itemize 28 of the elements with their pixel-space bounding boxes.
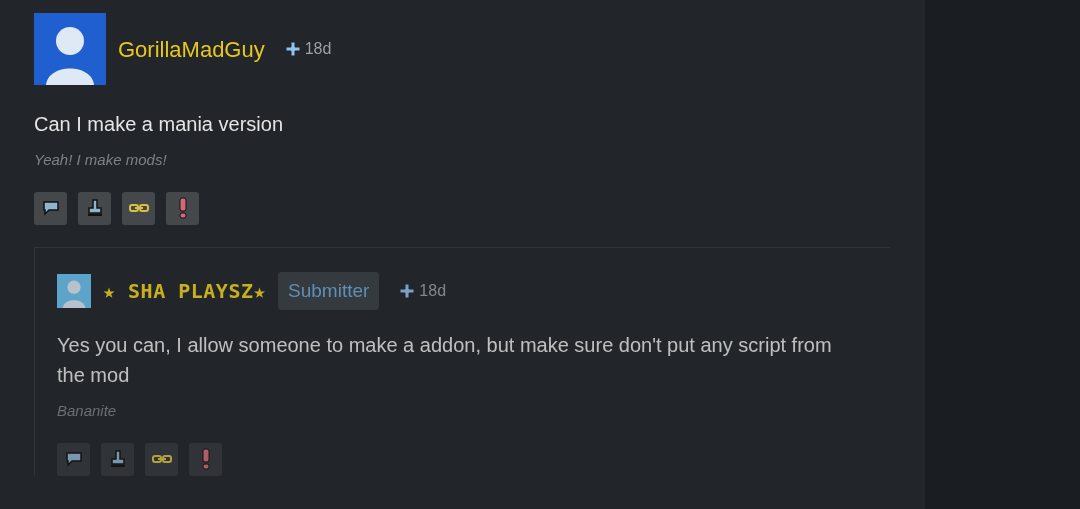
stamp-icon <box>86 199 103 217</box>
chain-link-icon <box>151 454 172 464</box>
submitter-badge: Submitter <box>278 271 380 310</box>
comment-text: Yes you can, I allow someone to make a addon, but make sure don't put any script from the mod <box>57 333 833 388</box>
action-button[interactable] <box>122 191 155 225</box>
avatar <box>34 13 106 85</box>
exclamation-icon <box>201 448 210 470</box>
action-button[interactable] <box>101 442 134 476</box>
speech-bubble-icon <box>64 451 83 467</box>
avatar <box>57 273 91 308</box>
plus-icon <box>284 41 301 57</box>
chain-link-icon <box>128 203 149 213</box>
action-button[interactable] <box>34 191 67 225</box>
comment-text: Can I make a mania version <box>34 112 284 137</box>
stamp-icon <box>109 450 126 468</box>
plus-icon <box>399 282 416 299</box>
post-age: 18d <box>419 280 447 301</box>
action-button[interactable] <box>166 191 199 225</box>
speech-bubble-icon <box>41 200 60 216</box>
user-signature: Yeah! I make mods! <box>34 150 168 170</box>
action-button[interactable] <box>57 442 90 476</box>
post-age: 18d <box>304 39 332 59</box>
action-button[interactable] <box>78 191 111 225</box>
author-name[interactable]: ★ SHA PLAYSZ★ <box>103 275 267 306</box>
action-button[interactable] <box>145 442 178 476</box>
user-signature: Bananite <box>57 401 118 421</box>
author-name[interactable]: GorillaMadGuy <box>118 32 265 66</box>
exclamation-icon <box>178 197 187 219</box>
